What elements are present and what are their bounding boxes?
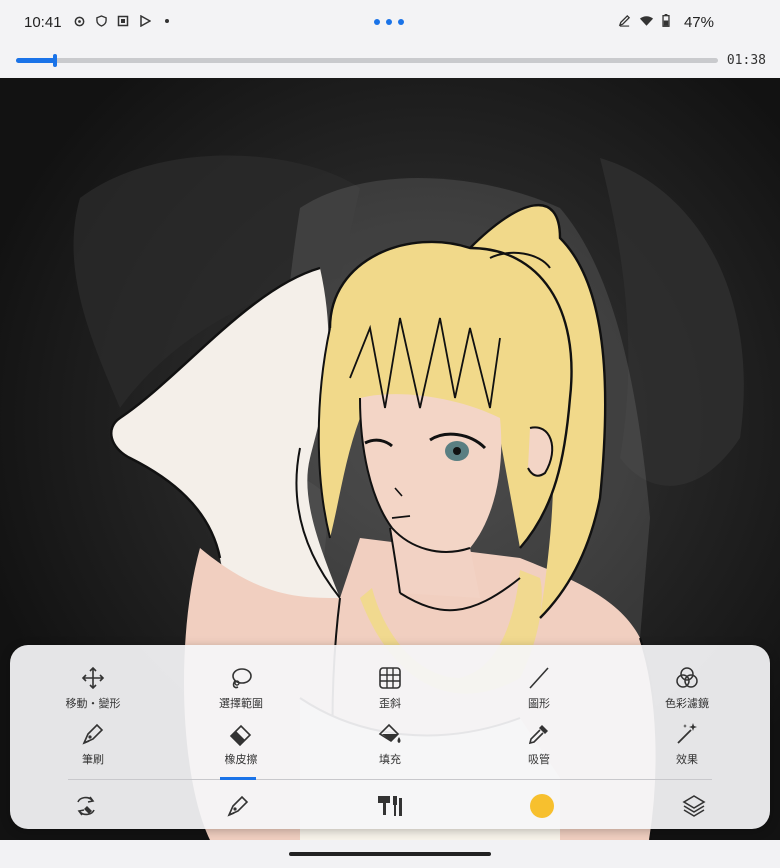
wifi-icon [639, 14, 654, 32]
magic-wand-icon [677, 723, 697, 744]
tool-label: 色彩濾鏡 [665, 697, 709, 710]
status-bar: 10:41 47% [0, 0, 780, 44]
screen-record-icon [116, 14, 130, 28]
more-options-dots[interactable] [374, 19, 404, 25]
tool-label: 吸管 [528, 753, 550, 766]
progress-track[interactable] [16, 54, 718, 67]
battery-percent: 47% [683, 14, 714, 31]
notification-dot-icon [160, 14, 174, 28]
tool-panel: 移動・變形 選擇範圍 歪斜 圖形 色彩濾鏡 筆刷 橡皮擦 填充 吸管 效果 [10, 645, 770, 829]
active-tool-indicator [220, 777, 256, 780]
shield-icon [94, 14, 108, 28]
tool-eyedropper[interactable]: 吸管 [479, 721, 599, 771]
tool-effects[interactable]: 效果 [627, 721, 747, 771]
eraser-icon [229, 724, 252, 747]
brush-button[interactable] [218, 791, 258, 821]
pen-icon [618, 14, 631, 32]
timelapse-progress-row: 01:38 [0, 44, 780, 76]
elapsed-time: 01:38 [726, 53, 766, 68]
tool-select-range[interactable]: 選擇範圍 [181, 665, 301, 715]
tool-brush[interactable]: 筆刷 [33, 721, 153, 771]
progress-fill [16, 58, 55, 63]
status-time: 10:41 [24, 14, 62, 31]
move-transform-icon [81, 666, 105, 690]
gesture-nav-bar [0, 840, 780, 868]
brush-library-icon [378, 796, 402, 816]
tool-label: 效果 [676, 753, 698, 766]
layers-icon [682, 795, 706, 817]
status-left-icons [72, 14, 174, 28]
status-right-icons [618, 14, 670, 32]
tool-label: 圖形 [528, 697, 550, 710]
battery-icon [662, 14, 670, 32]
tool-color-filter[interactable]: 色彩濾鏡 [627, 665, 747, 715]
panel-divider [68, 779, 712, 780]
tool-label: 橡皮擦 [224, 753, 258, 766]
play-store-icon [138, 14, 152, 28]
home-handle[interactable] [289, 852, 491, 856]
color-filter-icon [676, 667, 698, 688]
brush-pen-icon [82, 723, 104, 745]
tool-skew[interactable]: 歪斜 [330, 665, 450, 715]
color-button[interactable] [522, 791, 562, 821]
lasso-select-icon [232, 668, 252, 689]
tool-label: 選擇範圍 [219, 697, 263, 710]
swap-tool-icon [77, 796, 95, 816]
tool-shape[interactable]: 圖形 [479, 665, 599, 715]
color-swatch [530, 794, 554, 818]
tool-move-transform[interactable]: 移動・變形 [33, 665, 153, 715]
tool-label: 筆刷 [82, 753, 104, 766]
tool-label: 移動・變形 [65, 697, 121, 710]
fill-bucket-icon [378, 723, 401, 743]
brush-pen-icon [227, 795, 249, 817]
swap-tool-button[interactable] [66, 791, 106, 821]
perspective-grid-icon [379, 667, 401, 689]
tool-label: 歪斜 [379, 697, 401, 710]
gear-icon [72, 14, 86, 28]
tool-fill[interactable]: 填充 [330, 721, 450, 771]
layers-button[interactable] [674, 791, 714, 821]
tool-label: 填充 [379, 753, 401, 766]
tool-eraser[interactable]: 橡皮擦 [181, 721, 301, 771]
progress-thumb[interactable] [52, 54, 57, 67]
line-shape-icon [529, 667, 549, 689]
brush-library-button[interactable] [370, 791, 410, 821]
eyedropper-icon [528, 725, 548, 745]
